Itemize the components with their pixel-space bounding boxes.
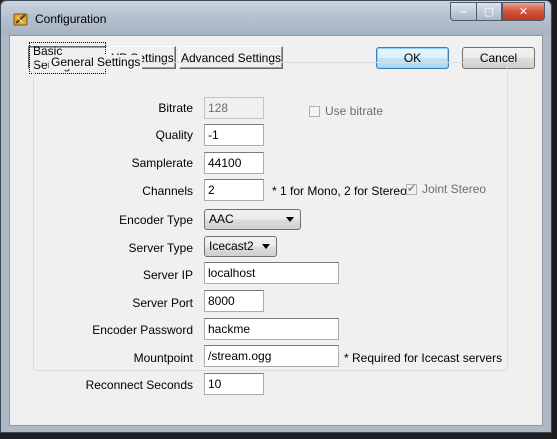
configuration-window: Configuration ‒ ▢ ✕ Basic Settings YP Se… — [0, 0, 552, 433]
use-bitrate-checkbox[interactable]: Use bitrate — [309, 104, 383, 118]
mountpoint-input[interactable]: /stream.ogg — [204, 345, 339, 367]
channels-input[interactable]: 2 — [204, 179, 264, 201]
minimize-button[interactable]: ‒ — [450, 2, 476, 21]
encoder-type-label: Encoder Type — [119, 213, 193, 227]
checkmark-icon: ✔ — [407, 182, 417, 195]
joint-stereo-label: Joint Stereo — [422, 182, 487, 196]
bitrate-input[interactable]: 128 — [204, 97, 264, 119]
reconnect-seconds-input[interactable]: 10 — [204, 373, 264, 395]
samplerate-label: Samplerate — [131, 156, 193, 170]
window-controls: ‒ ▢ ✕ — [450, 2, 545, 21]
close-icon: ✕ — [518, 6, 529, 18]
encoder-password-label: Encoder Password — [92, 323, 193, 337]
encoder-type-select[interactable]: AAC — [204, 209, 301, 230]
general-settings-label: General Settings — [49, 55, 143, 69]
window-title: Configuration — [35, 12, 107, 26]
joint-stereo-checkbox[interactable]: ✔ Joint Stereo — [406, 182, 486, 196]
minimize-icon: ‒ — [460, 5, 467, 18]
channels-label: Channels — [142, 184, 193, 198]
maximize-button[interactable]: ▢ — [476, 2, 502, 21]
server-ip-label: Server IP — [142, 268, 193, 282]
app-icon — [13, 13, 28, 26]
server-port-label: Server Port — [132, 296, 193, 310]
mountpoint-label: Mountpoint — [133, 351, 193, 365]
title-bar[interactable]: Configuration ‒ ▢ ✕ — [1, 1, 551, 35]
server-port-input[interactable]: 8000 — [204, 290, 264, 312]
close-button[interactable]: ✕ — [502, 2, 545, 21]
server-type-value: Icecast2 — [209, 239, 254, 253]
server-ip-input[interactable]: localhost — [204, 262, 339, 284]
use-bitrate-label: Use bitrate — [325, 104, 384, 118]
chevron-down-icon — [262, 244, 270, 249]
encoder-password-input[interactable]: hackme — [204, 318, 339, 340]
maximize-icon: ▢ — [483, 6, 495, 18]
channels-note: * 1 for Mono, 2 for Stereo — [272, 184, 407, 198]
bitrate-label: Bitrate — [158, 101, 193, 115]
joint-stereo-box: ✔ — [406, 182, 417, 195]
server-type-label: Server Type — [128, 241, 193, 255]
reconnect-seconds-label: Reconnect Seconds — [85, 378, 193, 392]
use-bitrate-box — [309, 105, 320, 117]
server-type-select[interactable]: Icecast2 — [204, 236, 277, 257]
chevron-down-icon — [286, 217, 294, 222]
quality-input[interactable]: -1 — [204, 124, 264, 146]
encoder-type-value: AAC — [209, 212, 234, 226]
samplerate-input[interactable]: 44100 — [204, 152, 264, 174]
mountpoint-note: * Required for Icecast servers — [344, 351, 503, 365]
quality-label: Quality — [155, 128, 193, 142]
